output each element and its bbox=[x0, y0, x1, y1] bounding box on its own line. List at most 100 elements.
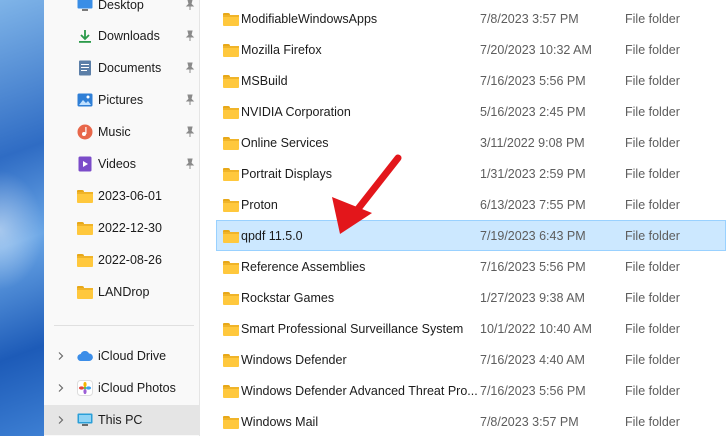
file-type: File folder bbox=[625, 104, 680, 119]
nav-item-downloads[interactable]: Downloads bbox=[44, 21, 200, 51]
chevron-right-icon[interactable] bbox=[56, 383, 66, 393]
icloud-drive-icon bbox=[77, 348, 93, 364]
file-name: Windows Defender bbox=[241, 352, 347, 367]
file-name: Windows Defender Advanced Threat Pro... bbox=[241, 383, 478, 398]
this-pc-icon bbox=[77, 412, 93, 428]
file-type: File folder bbox=[625, 73, 680, 88]
videos-icon bbox=[77, 156, 93, 172]
nav-item-label: Videos bbox=[98, 157, 136, 171]
nav-item-videos[interactable]: Videos bbox=[44, 149, 200, 179]
pictures-icon bbox=[77, 92, 93, 108]
nav-item-documents[interactable]: Documents bbox=[44, 53, 200, 83]
nav-item-2023-06-01[interactable]: 2023-06-01 bbox=[44, 181, 200, 211]
file-date-modified: 7/8/2023 3:57 PM bbox=[480, 414, 579, 429]
file-type: File folder bbox=[625, 259, 680, 274]
nav-item-icloud-photos[interactable]: iCloud Photos bbox=[44, 373, 200, 403]
file-date-modified: 7/16/2023 5:56 PM bbox=[480, 259, 586, 274]
nav-item-desktop[interactable]: Desktop bbox=[44, 0, 200, 20]
file-type: File folder bbox=[625, 290, 680, 305]
file-date-modified: 5/16/2023 2:45 PM bbox=[480, 104, 586, 119]
chevron-right-icon[interactable] bbox=[56, 415, 66, 425]
pin-icon bbox=[185, 126, 195, 137]
navigation-pane: Desktop Downloads Documents Pictures Mus… bbox=[44, 0, 200, 436]
file-row[interactable]: NVIDIA Corporation 5/16/2023 2:45 PM File … bbox=[216, 96, 726, 127]
file-row[interactable]: Windows Defender Advanced Threat Pro... 7… bbox=[216, 375, 726, 406]
pin-icon bbox=[185, 0, 195, 10]
file-row[interactable]: Smart Professional Surveillance System 10… bbox=[216, 313, 726, 344]
file-name: MSBuild bbox=[241, 73, 288, 88]
file-name: Reference Assemblies bbox=[241, 259, 366, 274]
file-type: File folder bbox=[625, 383, 680, 398]
pin-icon bbox=[185, 94, 195, 105]
file-row[interactable]: Windows Mail 7/8/2023 3:57 PM File folder bbox=[216, 406, 726, 436]
nav-item-label: 2023-06-01 bbox=[98, 189, 162, 203]
file-date-modified: 7/16/2023 5:56 PM bbox=[480, 383, 586, 398]
icloud-photos-icon bbox=[77, 380, 93, 396]
file-name: Proton bbox=[241, 197, 278, 212]
music-icon bbox=[77, 124, 93, 140]
nav-item-icloud-drive[interactable]: iCloud Drive bbox=[44, 341, 200, 371]
file-type: File folder bbox=[625, 352, 680, 367]
file-type: File folder bbox=[625, 228, 680, 243]
folder-icon bbox=[77, 188, 93, 204]
nav-item-label: Music bbox=[98, 125, 131, 139]
file-type: File folder bbox=[625, 414, 680, 429]
file-row[interactable]: Portrait Displays 1/31/2023 2:59 PM File f… bbox=[216, 158, 726, 189]
document-icon bbox=[77, 60, 93, 76]
file-type: File folder bbox=[625, 166, 680, 181]
file-date-modified: 7/16/2023 5:56 PM bbox=[480, 73, 586, 88]
file-date-modified: 7/20/2023 10:32 AM bbox=[480, 42, 592, 57]
pin-icon bbox=[185, 158, 195, 169]
file-row[interactable]: Mozilla Firefox 7/20/2023 10:32 AM File fo… bbox=[216, 34, 726, 65]
nav-item-pictures[interactable]: Pictures bbox=[44, 85, 200, 115]
nav-item-label: This PC bbox=[98, 413, 143, 427]
nav-item-this-pc[interactable]: This PC bbox=[44, 405, 200, 435]
file-date-modified: 7/8/2023 3:57 PM bbox=[480, 11, 579, 26]
desktop-icon bbox=[77, 0, 93, 13]
nav-item-label: iCloud Photos bbox=[98, 381, 176, 395]
file-date-modified: 7/19/2023 6:43 PM bbox=[480, 228, 586, 243]
file-date-modified: 1/31/2023 2:59 PM bbox=[480, 166, 586, 181]
file-row[interactable]: Proton 6/13/2023 7:55 PM File folder bbox=[216, 189, 726, 220]
file-date-modified: 7/16/2023 4:40 AM bbox=[480, 352, 585, 367]
file-type: File folder bbox=[625, 197, 680, 212]
folder-icon bbox=[77, 284, 93, 300]
file-row[interactable]: ModifiableWindowsApps 7/8/2023 3:57 PM Fil… bbox=[216, 3, 726, 34]
file-name: Mozilla Firefox bbox=[241, 42, 322, 57]
file-type: File folder bbox=[625, 11, 680, 26]
download-icon bbox=[77, 28, 93, 44]
file-name: Rockstar Games bbox=[241, 290, 335, 305]
file-name: NVIDIA Corporation bbox=[241, 104, 351, 119]
nav-item-music[interactable]: Music bbox=[44, 117, 200, 147]
desktop-wallpaper bbox=[0, 0, 44, 436]
nav-item-label: Documents bbox=[98, 61, 162, 75]
file-date-modified: 10/1/2022 10:40 AM bbox=[480, 321, 592, 336]
nav-item-label: Downloads bbox=[98, 29, 160, 43]
folder-icon bbox=[77, 220, 93, 236]
file-row[interactable]: MSBuild 7/16/2023 5:56 PM File folder bbox=[216, 65, 726, 96]
file-row[interactable]: Online Services 3/11/2022 9:08 PM File fol… bbox=[216, 127, 726, 158]
nav-item-label: Desktop bbox=[98, 0, 144, 12]
pin-icon bbox=[185, 30, 195, 41]
chevron-right-icon[interactable] bbox=[56, 351, 66, 361]
file-date-modified: 1/27/2023 9:38 AM bbox=[480, 290, 585, 305]
nav-divider bbox=[54, 325, 194, 326]
file-name: qpdf 11.5.0 bbox=[241, 228, 303, 243]
nav-item-2022-08-26[interactable]: 2022-08-26 bbox=[44, 245, 200, 275]
nav-item-landrop[interactable]: LANDrop bbox=[44, 277, 200, 307]
file-type: File folder bbox=[625, 321, 680, 336]
folder-icon bbox=[77, 252, 93, 268]
file-name: ModifiableWindowsApps bbox=[241, 11, 378, 26]
file-name: Windows Mail bbox=[241, 414, 319, 429]
file-row[interactable]: qpdf 11.5.0 7/19/2023 6:43 PM File folder bbox=[216, 220, 726, 251]
file-row[interactable]: Rockstar Games 1/27/2023 9:38 AM File fold… bbox=[216, 282, 726, 313]
nav-item-2022-12-30[interactable]: 2022-12-30 bbox=[44, 213, 200, 243]
file-explorer-window: Desktop Downloads Documents Pictures Mus… bbox=[44, 0, 726, 436]
file-name: Online Services bbox=[241, 135, 329, 150]
file-row[interactable]: Reference Assemblies 7/16/2023 5:56 PM Fil… bbox=[216, 251, 726, 282]
nav-item-label: LANDrop bbox=[98, 285, 150, 299]
file-type: File folder bbox=[625, 135, 680, 150]
file-row[interactable]: Windows Defender 7/16/2023 4:40 AM File fo… bbox=[216, 344, 726, 375]
pin-icon bbox=[185, 62, 195, 73]
nav-item-label: iCloud Drive bbox=[98, 349, 167, 363]
